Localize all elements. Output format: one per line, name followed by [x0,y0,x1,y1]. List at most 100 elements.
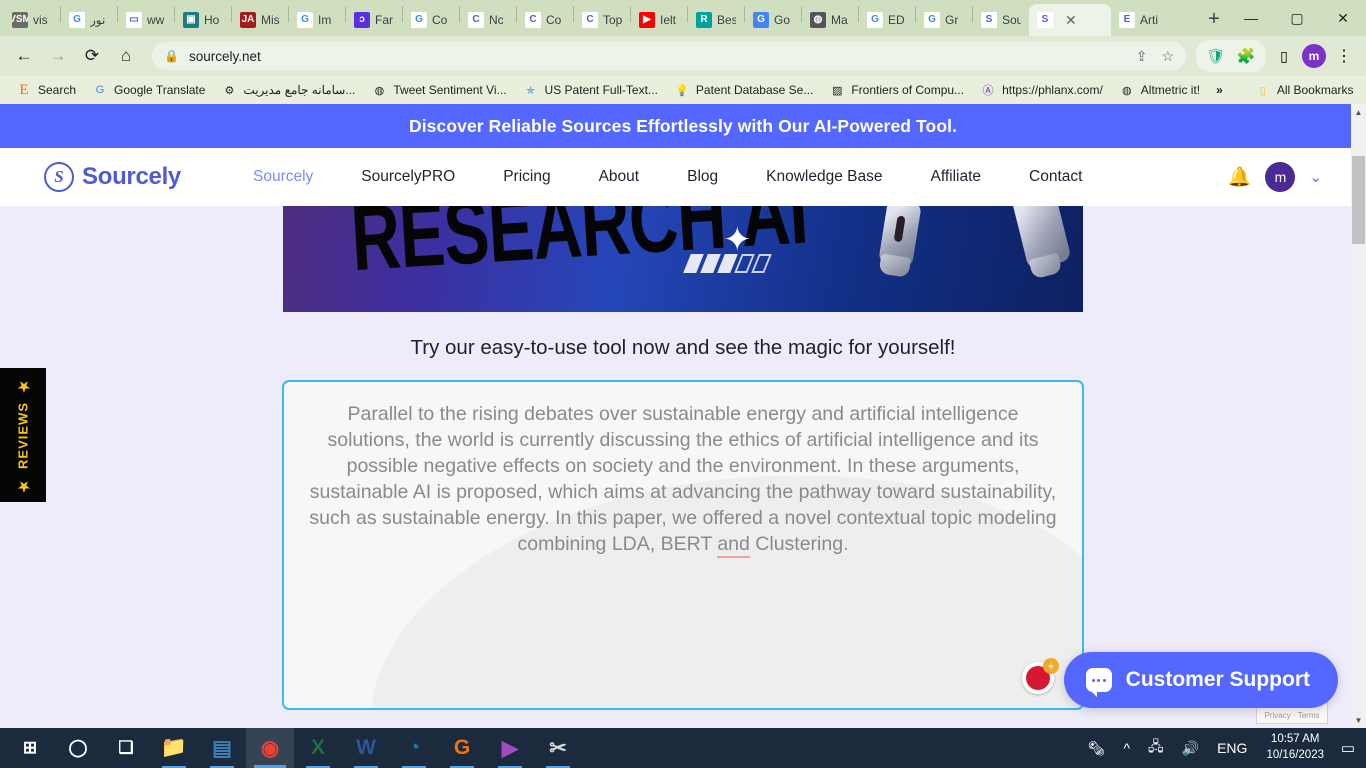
media-player-icon: ▶ [501,736,519,760]
taskbar-items: ⊞ ◯ ❏ 📁 ▤ ◉ X W ◔ G ▶ ✂ [6,728,582,768]
all-bookmarks-button[interactable]: ▯ All Bookmarks [1247,80,1362,100]
browser-tab[interactable]: G نور [61,4,117,36]
reviews-tab[interactable]: ★ REVIEWS ★ [0,368,46,502]
forward-button[interactable]: → [42,40,74,72]
nav-link-about[interactable]: About [575,168,664,186]
browser-tab[interactable]: C Top [574,4,630,36]
browser-tab[interactable]: ↄ Far [346,4,402,36]
profile-avatar[interactable]: m [1302,44,1326,68]
customer-support-button[interactable]: Customer Support [1063,652,1338,708]
browser-tab[interactable]: C Nc [460,4,516,36]
taskbar-google-chrome[interactable]: ◉ [246,728,294,768]
reload-button[interactable]: ⟳ [76,40,108,72]
globe-icon: ◍ [810,12,826,28]
language-indicator[interactable]: ENG [1208,728,1256,768]
browser-tab[interactable]: R Bes [688,4,744,36]
browser-tab[interactable]: VSM vis [4,4,60,36]
tab-title: Mis [261,13,280,27]
bell-icon[interactable]: 🔔 [1228,165,1252,189]
nav-link-blog[interactable]: Blog [663,168,742,186]
taskbar-file-explorer[interactable]: 📁 [150,728,198,768]
textarea-content[interactable]: Parallel to the rising debates over sust… [284,382,1082,558]
taskbar-snipping-tool[interactable]: ✂ [534,728,582,768]
account-avatar[interactable]: m [1265,162,1296,192]
chrome-menu-button[interactable]: ⋮ [1330,42,1358,70]
bookmark-item[interactable]: ⚙ سامانه جامع مدیریت... [213,80,363,100]
browser-tab[interactable]: ◍ Ma [802,4,858,36]
taskbar-excel-viewer[interactable]: ▤ [198,728,246,768]
nav-link-sourcely[interactable]: Sourcely [229,168,337,186]
bookmark-item[interactable]: 💡 Patent Database Se... [666,80,821,100]
bookmark-item[interactable]: Ⓐhttps://phlanx.com/ [972,80,1111,100]
browser-tab[interactable]: S Sou [973,4,1029,36]
browser-tab[interactable]: G Go [745,4,801,36]
browser-tab[interactable]: E Arti [1111,4,1167,36]
browser-tab[interactable]: G Gr [916,4,972,36]
taskbar-task-view-button[interactable]: ❏ [102,728,150,768]
nav-link-contact[interactable]: Contact [1005,168,1106,186]
new-tab-button[interactable]: + [1200,5,1228,33]
scroll-up-arrow[interactable]: ▲ [1351,104,1366,120]
bookmarks-overflow-button[interactable]: » [1208,81,1231,99]
puzzle-icon[interactable]: 🧩 [1232,42,1260,70]
taskbar-microsoft-edge[interactable]: ◔ [390,728,438,768]
home-button[interactable]: ⌂ [110,40,142,72]
tray-overflow-icon[interactable]: ^ [1114,728,1139,768]
address-bar[interactable]: 🔒 sourcely.net ⇪ ☆ [152,42,1186,70]
browser-tab-active[interactable]: S ✕ [1029,4,1111,36]
taskbar-pdf-reader[interactable]: G [438,728,486,768]
bookmark-item[interactable]: ◍ Tweet Sentiment Vi... [363,80,514,100]
scrollbar-thumb[interactable] [1352,156,1365,244]
taskbar-microsoft-excel[interactable]: X [294,728,342,768]
browser-tab[interactable]: G Im [289,4,345,36]
google-icon: G [411,12,427,28]
bookmark-label: Frontiers of Compu... [851,83,965,97]
taskbar-microsoft-word[interactable]: W [342,728,390,768]
browser-tabstrip-bar: VSM vis G نور ▭ ww ▣ Ho JA Mis G Im ↄ Far G Co C Nc C Co C To… [0,0,1366,36]
bookmark-item[interactable]: ▨ Frontiers of Compu... [821,80,972,100]
recaptcha-terms-link[interactable]: Terms [1298,711,1320,720]
bookmark-item[interactable]: E Search [8,80,84,100]
site-logo[interactable]: S Sourcely [44,162,181,192]
browser-tab[interactable]: C Co [517,4,573,36]
close-window-button[interactable]: ✕ [1320,2,1366,34]
bookmark-item[interactable]: G Google Translate [84,80,213,100]
page-scrollbar[interactable]: ▲ ▼ [1351,104,1366,728]
clock[interactable]: 10:57 AM 10/16/2023 [1256,728,1334,768]
nav-link-knowledge-base[interactable]: Knowledge Base [742,168,906,186]
chevron-down-icon[interactable]: ⌄ [1309,168,1322,186]
browser-tab[interactable]: JA Mis [232,4,288,36]
browser-tab[interactable]: G Co [403,4,459,36]
back-button[interactable]: ← [8,40,40,72]
browser-tab[interactable]: ▣ Ho [175,4,231,36]
taskbar-media-player[interactable]: ▶ [486,728,534,768]
nav-link-affiliate[interactable]: Affiliate [906,168,1005,186]
microsoft-excel-icon: X [310,736,325,759]
news-icon[interactable]: 🗞 [1079,728,1115,768]
bookmark-item[interactable]: ✯ US Patent Full-Text... [515,80,666,100]
browser-tab[interactable]: ▭ ww [118,4,174,36]
maximize-button[interactable]: ▢ [1274,2,1320,34]
bookmark-item[interactable]: ◍ Altmetric it! [1111,80,1208,100]
window-controls: — ▢ ✕ [1228,0,1366,36]
volume-icon[interactable]: 🔊 [1173,728,1208,768]
panel-icon[interactable]: ▯ [1270,42,1298,70]
star-icon[interactable]: ☆ [1161,48,1174,65]
bookmarks-bar: E Search G Google Translate ⚙ سامانه جامع مدی… [0,76,1366,104]
notification-icon[interactable]: ▭ [1334,728,1362,768]
nav-link-pricing[interactable]: Pricing [479,168,574,186]
text-input-card[interactable]: Parallel to the rising debates over sust… [282,380,1084,710]
browser-tab[interactable]: G ED [859,4,915,36]
taskbar-cortana-button[interactable]: ◯ [54,728,102,768]
tomato-add-icon[interactable]: + [1022,658,1059,694]
scroll-down-arrow[interactable]: ▼ [1351,712,1366,728]
close-tab-icon[interactable]: ✕ [1065,12,1077,29]
nav-link-sourcelypro[interactable]: SourcelyPRO [337,168,479,186]
minimize-button[interactable]: — [1228,2,1274,34]
network-icon[interactable]: 🖧 [1139,728,1173,768]
recaptcha-privacy-link[interactable]: Privacy [1265,711,1291,720]
taskbar-start-button[interactable]: ⊞ [6,728,54,768]
shield-icon[interactable]: 🛡 [1202,42,1230,70]
browser-tab[interactable]: ▶ Ielt [631,4,687,36]
share-icon[interactable]: ⇪ [1136,48,1148,65]
